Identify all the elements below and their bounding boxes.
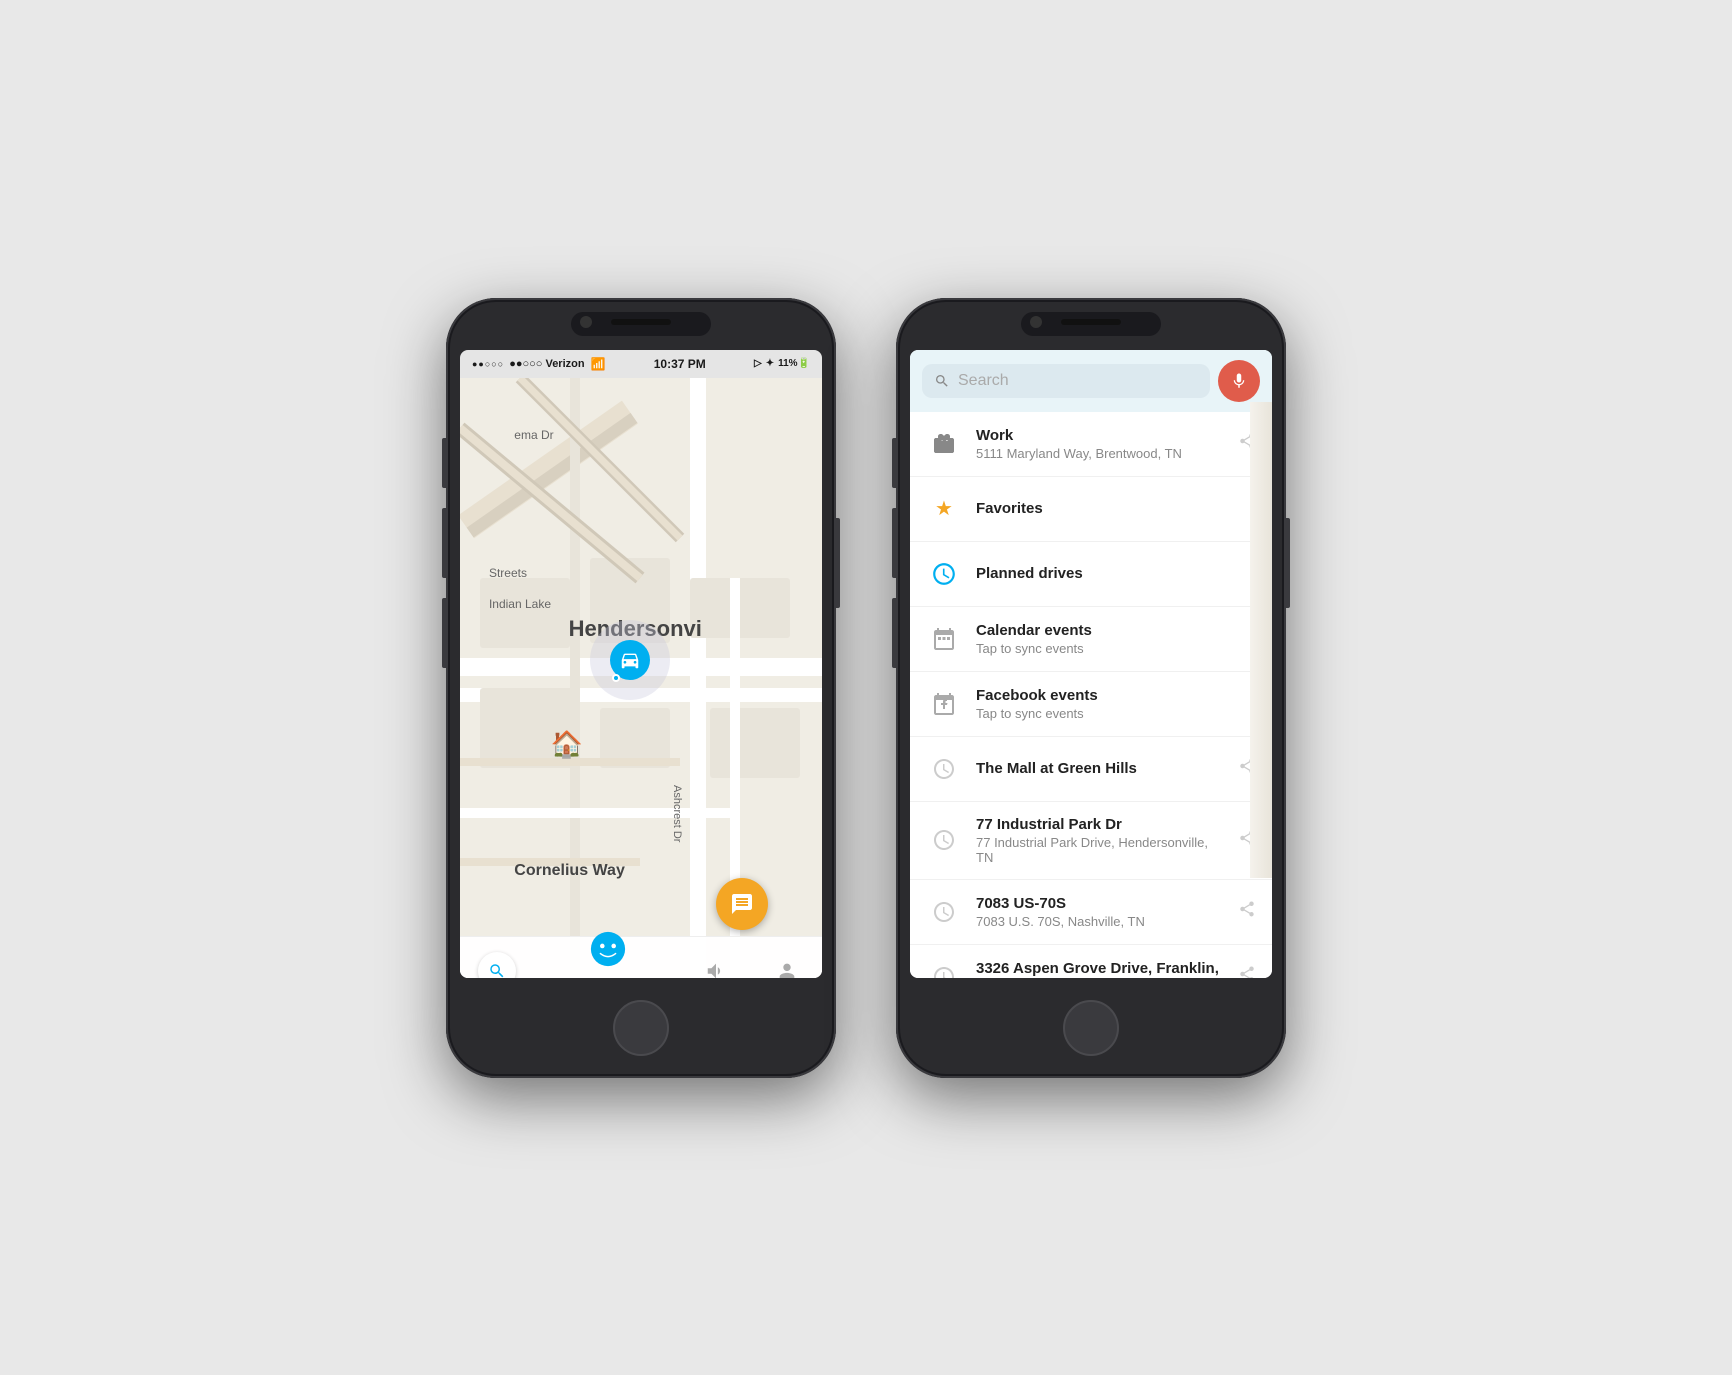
status-bar-right: ▷ ✦ 11%🔋: [754, 358, 810, 369]
map-label-indian-lake: Indian Lake: [489, 597, 551, 611]
industrial-content: 77 Industrial Park Dr 77 Industrial Park…: [976, 816, 1224, 865]
list-item-favorites[interactable]: ★ Favorites ›: [910, 477, 1272, 542]
industrial-recent-icon: [926, 822, 962, 858]
industrial-title: 77 Industrial Park Dr: [976, 816, 1224, 833]
volume-up-button: [442, 508, 446, 578]
map-background: ema Dr Streets Indian Lake Hendersonvi A…: [460, 378, 822, 978]
mall-content: The Mall at Green Hills: [976, 760, 1224, 777]
bluetooth-icon: ✦: [766, 358, 774, 369]
aspen-grove-recent-icon: [926, 959, 962, 978]
car-radius-circle: [590, 620, 670, 700]
us70s-recent-icon: [926, 894, 962, 930]
car-location-marker: [590, 620, 670, 700]
wifi-icon: 📶: [591, 357, 606, 371]
map-label-streets: Streets: [489, 566, 527, 580]
aspen-grove-title: 3326 Aspen Grove Drive, Franklin, TN: [976, 960, 1224, 978]
volume-down-button-2: [892, 598, 896, 668]
us70s-title: 7083 US-70S: [976, 895, 1224, 912]
home-button-2[interactable]: [1063, 1000, 1119, 1056]
work-subtitle: 5111 Maryland Way, Brentwood, TN: [976, 446, 1224, 461]
map-screen: ema Dr Streets Indian Lake Hendersonvi A…: [460, 378, 822, 978]
favorites-content: Favorites: [976, 500, 1237, 517]
profile-button[interactable]: [770, 954, 804, 978]
search-screen: Search: [910, 350, 1272, 978]
list-item-industrial-park[interactable]: 77 Industrial Park Dr 77 Industrial Park…: [910, 802, 1272, 880]
facebook-events-icon: [926, 686, 962, 722]
front-camera-2: [1030, 316, 1042, 328]
status-bar-left: ●●○○○ ●●○○○ Verizon 📶: [472, 357, 606, 371]
list-item-work[interactable]: Work 5111 Maryland Way, Brentwood, TN: [910, 412, 1272, 477]
mute-button: [442, 438, 446, 488]
microphone-button[interactable]: [1218, 360, 1260, 402]
planned-drives-icon: [926, 556, 962, 592]
list-item-facebook-events[interactable]: Facebook events Tap to sync events ›: [910, 672, 1272, 737]
facebook-events-title: Facebook events: [976, 687, 1237, 704]
clock: 10:37 PM: [654, 357, 706, 371]
list-item-aspen-grove[interactable]: 3326 Aspen Grove Drive, Franklin, TN: [910, 945, 1272, 978]
map-label-ema: ema Dr: [514, 428, 553, 442]
map-label-ashcrest: Ashcrest Dr: [671, 785, 683, 842]
search-input-wrap[interactable]: Search: [922, 364, 1210, 398]
scene: ●●○○○ ●●○○○ Verizon 📶 10:37 PM ▷ ✦ 11%🔋: [406, 258, 1326, 1118]
volume-button[interactable]: [699, 954, 733, 978]
phone-2-screen: Search: [910, 350, 1272, 978]
map-peek: [1250, 402, 1272, 878]
calendar-events-icon: [926, 621, 962, 657]
wazers-info: 759 Wazers Around you: [553, 930, 661, 978]
calendar-events-subtitle: Tap to sync events: [976, 641, 1237, 656]
us70s-share-icon[interactable]: [1238, 900, 1256, 923]
search-header: Search: [910, 350, 1272, 412]
phone-1: ●●○○○ ●●○○○ Verizon 📶 10:37 PM ▷ ✦ 11%🔋: [446, 298, 836, 1078]
volume-up-button-2: [892, 508, 896, 578]
signal-dots: ●●○○○: [472, 359, 504, 369]
mall-recent-icon: [926, 751, 962, 787]
home-button[interactable]: [613, 1000, 669, 1056]
facebook-events-content: Facebook events Tap to sync events: [976, 687, 1237, 721]
location-icon: ▷: [754, 358, 762, 369]
list-item-mall-green-hills[interactable]: The Mall at Green Hills: [910, 737, 1272, 802]
work-title: Work: [976, 427, 1224, 444]
work-icon: [926, 426, 962, 462]
calendar-events-content: Calendar events Tap to sync events: [976, 622, 1237, 656]
map-bottom-bar: 759 Wazers Around you: [460, 936, 822, 978]
home-location-icon: 🏠: [551, 729, 583, 760]
aspen-grove-share-icon[interactable]: [1238, 965, 1256, 978]
favorites-icon: ★: [926, 491, 962, 527]
planned-drives-title: Planned drives: [976, 565, 1237, 582]
planned-drives-content: Planned drives: [976, 565, 1237, 582]
us70s-subtitle: 7083 U.S. 70S, Nashville, TN: [976, 914, 1224, 929]
earpiece-speaker-2: [1061, 319, 1121, 325]
list-item-us70s[interactable]: 7083 US-70S 7083 U.S. 70S, Nashville, TN: [910, 880, 1272, 945]
search-icon: [934, 373, 950, 389]
industrial-subtitle: 77 Industrial Park Drive, Hendersonville…: [976, 835, 1224, 865]
power-button: [836, 518, 840, 608]
favorites-title: Favorites: [976, 500, 1237, 517]
waze-face-icon: [589, 930, 627, 975]
volume-down-button: [442, 598, 446, 668]
location-dot: [612, 674, 620, 682]
earpiece-speaker: [611, 319, 671, 325]
power-button-2: [1286, 518, 1290, 608]
mute-button-2: [892, 438, 896, 488]
status-bar: ●●○○○ ●●○○○ Verizon 📶 10:37 PM ▷ ✦ 11%🔋: [460, 350, 822, 378]
list-item-calendar-events[interactable]: Calendar events Tap to sync events ›: [910, 607, 1272, 672]
mall-title: The Mall at Green Hills: [976, 760, 1224, 777]
facebook-events-subtitle: Tap to sync events: [976, 706, 1237, 721]
front-camera: [580, 316, 592, 328]
battery-icon: 11%🔋: [778, 358, 810, 369]
phone-2: Search: [896, 298, 1286, 1078]
waze-chat-marker: [716, 878, 768, 930]
search-placeholder: Search: [958, 372, 1198, 390]
map-search-button[interactable]: [478, 952, 516, 978]
phone-1-screen: ●●○○○ ●●○○○ Verizon 📶 10:37 PM ▷ ✦ 11%🔋: [460, 350, 822, 978]
list-item-planned-drives[interactable]: Planned drives ›: [910, 542, 1272, 607]
carrier-name: ●●○○○ Verizon: [509, 358, 584, 370]
us70s-content: 7083 US-70S 7083 U.S. 70S, Nashville, TN: [976, 895, 1224, 929]
wazers-count: 759 Wazers: [553, 977, 661, 978]
search-results-list: Work 5111 Maryland Way, Brentwood, TN ★: [910, 412, 1272, 978]
work-content: Work 5111 Maryland Way, Brentwood, TN: [976, 427, 1224, 461]
aspen-grove-content: 3326 Aspen Grove Drive, Franklin, TN: [976, 960, 1224, 978]
map-label-cornelius: Cornelius Way: [514, 862, 625, 880]
calendar-events-title: Calendar events: [976, 622, 1237, 639]
